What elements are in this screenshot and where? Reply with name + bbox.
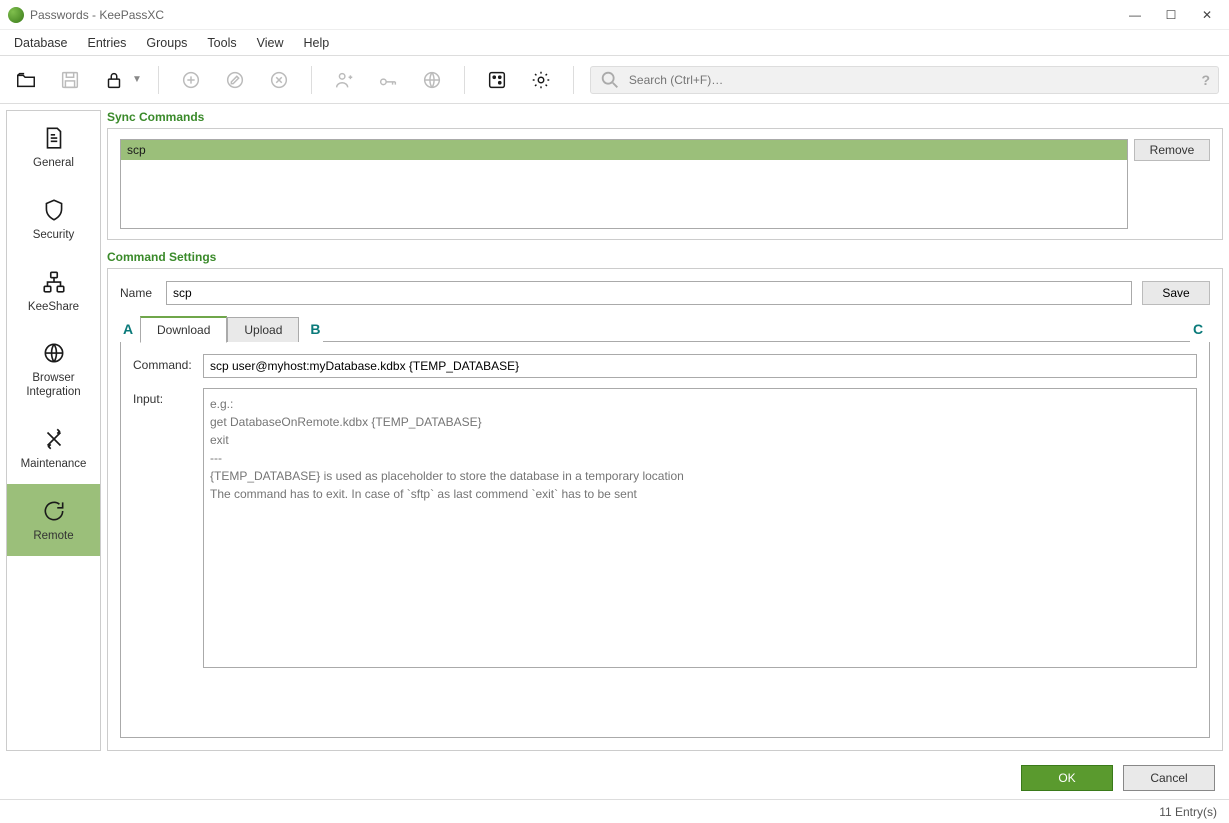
command-settings-section: Command Settings Name Save A Download Up… bbox=[107, 250, 1223, 751]
settings-sidebar: General Security KeeShare Browser Integr… bbox=[6, 110, 101, 751]
sidebar-item-remote[interactable]: Remote bbox=[7, 484, 100, 556]
close-button[interactable]: ✕ bbox=[1201, 8, 1213, 22]
save-icon[interactable] bbox=[54, 64, 86, 96]
callout-A: A bbox=[120, 321, 136, 337]
tab-body-download: Command: Input: bbox=[120, 342, 1210, 738]
sidebar-item-label: KeeShare bbox=[28, 301, 79, 315]
sidebar-item-browser-integration[interactable]: Browser Integration bbox=[7, 326, 100, 412]
sidebar-item-maintenance[interactable]: Maintenance bbox=[7, 412, 100, 484]
menu-database[interactable]: Database bbox=[4, 32, 78, 54]
sync-commands-list[interactable]: scp bbox=[120, 139, 1128, 229]
add-entry-icon[interactable] bbox=[175, 64, 207, 96]
sidebar-item-security[interactable]: Security bbox=[7, 183, 100, 255]
search-help-icon[interactable]: ? bbox=[1201, 72, 1210, 88]
sync-command-item[interactable]: scp bbox=[121, 140, 1127, 160]
menu-groups[interactable]: Groups bbox=[136, 32, 197, 54]
sync-commands-section: Sync Commands scp Remove bbox=[107, 110, 1223, 240]
tab-download[interactable]: Download bbox=[140, 316, 227, 343]
sidebar-item-keeshare[interactable]: KeeShare bbox=[7, 255, 100, 327]
delete-entry-icon[interactable] bbox=[263, 64, 295, 96]
input-label: Input: bbox=[133, 388, 195, 406]
toolbar: ▼ ? bbox=[0, 56, 1229, 104]
search-box[interactable]: ? bbox=[590, 66, 1219, 94]
sidebar-item-label: Browser Integration bbox=[26, 372, 80, 400]
save-button[interactable]: Save bbox=[1142, 281, 1210, 305]
copy-url-icon[interactable] bbox=[416, 64, 448, 96]
settings-icon[interactable] bbox=[525, 64, 557, 96]
command-settings-title: Command Settings bbox=[107, 250, 1223, 264]
open-icon[interactable] bbox=[10, 64, 42, 96]
sidebar-item-label: Maintenance bbox=[21, 458, 87, 472]
menubar: Database Entries Groups Tools View Help bbox=[0, 30, 1229, 56]
menu-help[interactable]: Help bbox=[293, 32, 339, 54]
edit-entry-icon[interactable] bbox=[219, 64, 251, 96]
copy-password-icon[interactable] bbox=[372, 64, 404, 96]
sidebar-item-general[interactable]: General bbox=[7, 111, 100, 183]
callout-B: B bbox=[307, 321, 323, 337]
sidebar-item-label: Security bbox=[33, 229, 75, 243]
callout-C: C bbox=[1190, 321, 1206, 337]
tab-upload[interactable]: Upload bbox=[227, 317, 299, 342]
copy-user-icon[interactable] bbox=[328, 64, 360, 96]
dialog-buttons: OK Cancel bbox=[0, 757, 1229, 799]
input-textarea[interactable] bbox=[203, 388, 1197, 668]
menu-entries[interactable]: Entries bbox=[78, 32, 137, 54]
password-generator-icon[interactable] bbox=[481, 64, 513, 96]
command-input[interactable] bbox=[203, 354, 1197, 378]
remove-button[interactable]: Remove bbox=[1134, 139, 1210, 161]
command-label: Command: bbox=[133, 354, 195, 372]
name-label: Name bbox=[120, 286, 156, 300]
menu-view[interactable]: View bbox=[247, 32, 294, 54]
sidebar-item-label: General bbox=[33, 157, 74, 171]
maximize-button[interactable]: ☐ bbox=[1165, 8, 1177, 22]
minimize-button[interactable]: — bbox=[1129, 8, 1141, 22]
cancel-button[interactable]: Cancel bbox=[1123, 765, 1215, 791]
app-icon bbox=[8, 7, 24, 23]
titlebar: Passwords - KeePassXC — ☐ ✕ bbox=[0, 0, 1229, 30]
name-input[interactable] bbox=[166, 281, 1132, 305]
menu-tools[interactable]: Tools bbox=[197, 32, 246, 54]
lock-dropdown-caret[interactable]: ▼ bbox=[132, 74, 142, 85]
status-entries: 11 Entry(s) bbox=[1159, 805, 1217, 819]
lock-icon[interactable] bbox=[98, 64, 130, 96]
search-input[interactable] bbox=[629, 73, 1194, 87]
window-title: Passwords - KeePassXC bbox=[30, 8, 1129, 22]
sync-commands-title: Sync Commands bbox=[107, 110, 1223, 124]
statusbar: 11 Entry(s) bbox=[0, 799, 1229, 823]
sidebar-item-label: Remote bbox=[33, 530, 73, 544]
ok-button[interactable]: OK bbox=[1021, 765, 1113, 791]
